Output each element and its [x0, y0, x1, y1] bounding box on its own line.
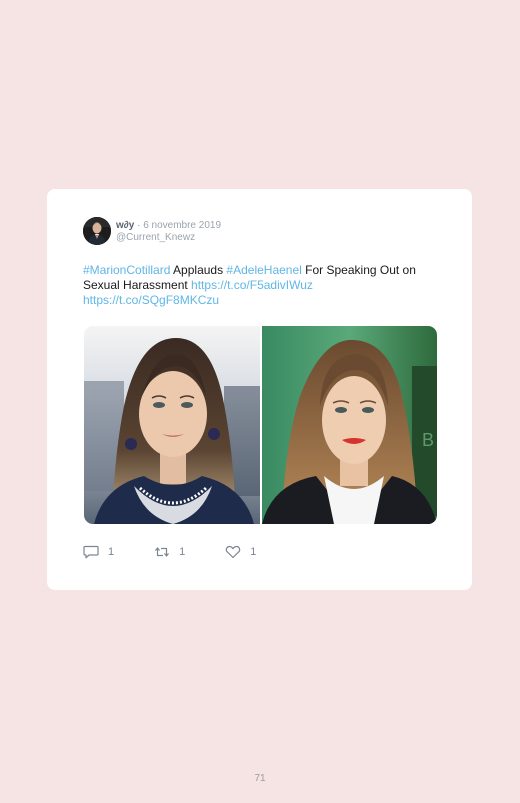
retweet-button[interactable]: 1 — [154, 545, 185, 559]
reply-icon — [83, 545, 99, 559]
tweet-actions: 1 1 1 — [83, 545, 296, 559]
like-button[interactable]: 1 — [225, 545, 256, 559]
hashtag-marioncotillard[interactable]: #MarionCotillard — [83, 263, 170, 277]
reply-button[interactable]: 1 — [83, 545, 114, 559]
tweet-photo-left[interactable] — [84, 326, 260, 524]
avatar[interactable] — [83, 217, 111, 245]
tweet-card: w∂y · 6 novembre 2019 @Current_Knewz #Ma… — [47, 189, 472, 590]
like-icon — [225, 545, 241, 559]
tweet-media[interactable]: B — [84, 326, 437, 524]
author-line: w∂y · 6 novembre 2019 — [116, 220, 221, 232]
tweet-text: #MarionCotillard Applauds #AdeleHaenel F… — [83, 263, 443, 308]
author-handle[interactable]: @Current_Knewz — [116, 232, 195, 244]
tweet-text-part: Applauds — [170, 263, 227, 277]
retweet-count: 1 — [179, 546, 186, 558]
tweet-link[interactable]: https://t.co/F5adivIWuz — [191, 278, 313, 292]
reply-count: 1 — [108, 546, 115, 558]
tweet-date[interactable]: 6 novembre 2019 — [143, 220, 221, 231]
retweet-icon — [154, 545, 170, 559]
separator-dot: · — [137, 220, 141, 231]
author-name[interactable]: w∂y — [116, 220, 134, 231]
svg-text:B: B — [422, 430, 434, 450]
like-count: 1 — [250, 546, 257, 558]
page-number: 71 — [254, 773, 266, 784]
hashtag-adelehaenel[interactable]: #AdeleHaenel — [226, 263, 301, 277]
avatar-image — [83, 217, 111, 245]
tweet-link[interactable]: https://t.co/SQgF8MKCzu — [83, 293, 219, 307]
tweet-photo-right[interactable]: B — [261, 326, 438, 524]
